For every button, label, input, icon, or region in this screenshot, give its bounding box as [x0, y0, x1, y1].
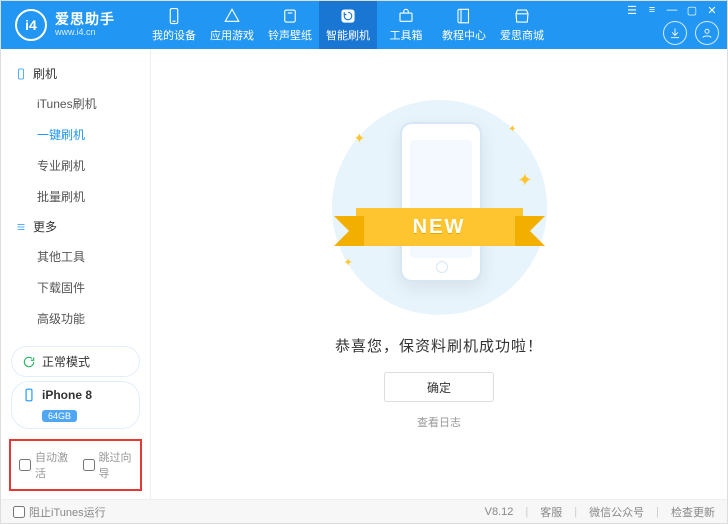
- titlebar: i4 爱思助手 www.i4.cn 我的设备 应用游戏 铃声壁纸 智能刷机 工具…: [1, 1, 727, 49]
- logo-icon: i4: [15, 9, 47, 41]
- sparkle-icon: ✦: [517, 170, 532, 191]
- nav-label: 爱思商城: [500, 27, 544, 43]
- group-label: 更多: [33, 218, 57, 235]
- main-area: 刷机 iTunes刷机 一键刷机 专业刷机 批量刷机 更多 其他工具 下载固件 …: [1, 49, 727, 499]
- download-button[interactable]: [663, 21, 687, 45]
- user-button[interactable]: [695, 21, 719, 45]
- item-label: 专业刷机: [37, 159, 85, 173]
- nav-apps[interactable]: 应用游戏: [203, 1, 261, 49]
- group-label: 刷机: [33, 65, 57, 82]
- footer-update[interactable]: 检查更新: [671, 504, 715, 520]
- sidebar-item-itunes-flash[interactable]: iTunes刷机: [1, 88, 150, 119]
- nav-label: 工具箱: [390, 27, 423, 43]
- sparkle-icon: ✦: [344, 256, 353, 269]
- chk-skip-guide[interactable]: 跳过向导: [83, 449, 133, 481]
- chk-auto-activate[interactable]: 自动激活: [19, 449, 69, 481]
- item-label: 高级功能: [37, 312, 85, 326]
- new-banner: NEW: [336, 204, 543, 256]
- checkbox-input[interactable]: [19, 459, 31, 471]
- sidebar-group-flash[interactable]: 刷机: [1, 59, 150, 88]
- separator: |: [525, 506, 528, 518]
- footer-support[interactable]: 客服: [540, 504, 562, 520]
- item-label: 其他工具: [37, 250, 85, 264]
- nav-toolbox[interactable]: 工具箱: [377, 1, 435, 49]
- sidebar: 刷机 iTunes刷机 一键刷机 专业刷机 批量刷机 更多 其他工具 下载固件 …: [1, 49, 151, 499]
- version-label: V8.12: [485, 506, 514, 518]
- header-right: [663, 21, 719, 45]
- sidebar-item-batch-flash[interactable]: 批量刷机: [1, 181, 150, 212]
- sidebar-group-more[interactable]: 更多: [1, 212, 150, 241]
- nav-label: 铃声壁纸: [268, 27, 312, 43]
- sparkle-icon: ✦: [508, 124, 516, 135]
- item-label: 批量刷机: [37, 190, 85, 204]
- brand-url: www.i4.cn: [55, 28, 115, 38]
- refresh-green-icon: [22, 355, 36, 369]
- nav-ringtone[interactable]: 铃声壁纸: [261, 1, 319, 49]
- menu-small-icon: [15, 221, 27, 233]
- footer: 阻止iTunes运行 V8.12 | 客服 | 微信公众号 | 检查更新: [1, 499, 727, 523]
- nav-mall[interactable]: 爱思商城: [493, 1, 551, 49]
- item-label: iTunes刷机: [37, 97, 97, 111]
- music-icon: [281, 7, 299, 25]
- item-label: 一键刷机: [37, 128, 85, 142]
- logo-block[interactable]: i4 爱思助手 www.i4.cn: [15, 9, 145, 41]
- sidebar-item-advanced[interactable]: 高级功能: [1, 303, 150, 334]
- mode-pill[interactable]: 正常模式: [11, 346, 140, 377]
- content: ✦ ✦ ✦ ✦ NEW 恭喜您，保资料刷机成功啦！ 确定 查看日志: [151, 49, 727, 499]
- banner-text: NEW: [413, 216, 466, 239]
- view-log-link[interactable]: 查看日志: [417, 414, 461, 430]
- nav-label: 智能刷机: [326, 27, 370, 43]
- item-label: 下载固件: [37, 281, 85, 295]
- ok-button[interactable]: 确定: [384, 372, 494, 402]
- nav-label: 我的设备: [152, 27, 196, 43]
- window-controls: ☰ ≡ — ▢ ✕: [625, 1, 719, 19]
- sidebar-item-download-fw[interactable]: 下载固件: [1, 272, 150, 303]
- apps-icon: [223, 7, 241, 25]
- checkbox-input[interactable]: [13, 506, 25, 518]
- store-icon: [513, 7, 531, 25]
- nav-label: 教程中心: [442, 27, 486, 43]
- footer-wechat[interactable]: 微信公众号: [589, 504, 644, 520]
- skin-icon[interactable]: ☰: [625, 3, 639, 17]
- phone-blue-icon: [22, 388, 36, 402]
- sidebar-item-other-tools[interactable]: 其他工具: [1, 241, 150, 272]
- device-name: iPhone 8: [42, 388, 92, 402]
- device-pill[interactable]: iPhone 8 64GB: [11, 381, 140, 429]
- success-illustration: ✦ ✦ ✦ ✦ NEW: [332, 100, 547, 315]
- separator: |: [574, 506, 577, 518]
- nav-tutorial[interactable]: 教程中心: [435, 1, 493, 49]
- minimize-icon[interactable]: —: [665, 3, 679, 17]
- nav-label: 应用游戏: [210, 27, 254, 43]
- brand-name: 爱思助手: [55, 12, 115, 27]
- separator: |: [656, 506, 659, 518]
- post-flash-options: 自动激活 跳过向导: [9, 439, 142, 491]
- nav-my-device[interactable]: 我的设备: [145, 1, 203, 49]
- book-icon: [455, 7, 473, 25]
- chk-block-itunes[interactable]: 阻止iTunes运行: [13, 504, 106, 520]
- phone-graphic: [400, 122, 482, 282]
- device-badge: 64GB: [42, 410, 77, 422]
- phone-small-icon: [15, 68, 27, 80]
- checkbox-input[interactable]: [83, 459, 95, 471]
- chk-label: 跳过向导: [99, 449, 133, 481]
- sidebar-item-pro-flash[interactable]: 专业刷机: [1, 150, 150, 181]
- device-status: 正常模式 iPhone 8 64GB: [1, 342, 150, 433]
- settings-menu-icon[interactable]: ≡: [645, 3, 659, 17]
- sparkle-icon: ✦: [354, 130, 366, 147]
- success-message: 恭喜您，保资料刷机成功啦！: [335, 335, 543, 356]
- phone-icon: [165, 7, 183, 25]
- chk-label: 阻止iTunes运行: [29, 504, 106, 520]
- mode-label: 正常模式: [42, 353, 90, 370]
- refresh-icon: [339, 7, 357, 25]
- chk-label: 自动激活: [35, 449, 69, 481]
- top-nav: 我的设备 应用游戏 铃声壁纸 智能刷机 工具箱 教程中心 爱思商城: [145, 1, 551, 49]
- toolbox-icon: [397, 7, 415, 25]
- sidebar-item-oneclick-flash[interactable]: 一键刷机: [1, 119, 150, 150]
- nav-flash[interactable]: 智能刷机: [319, 1, 377, 49]
- close-icon[interactable]: ✕: [705, 3, 719, 17]
- maximize-icon[interactable]: ▢: [685, 3, 699, 17]
